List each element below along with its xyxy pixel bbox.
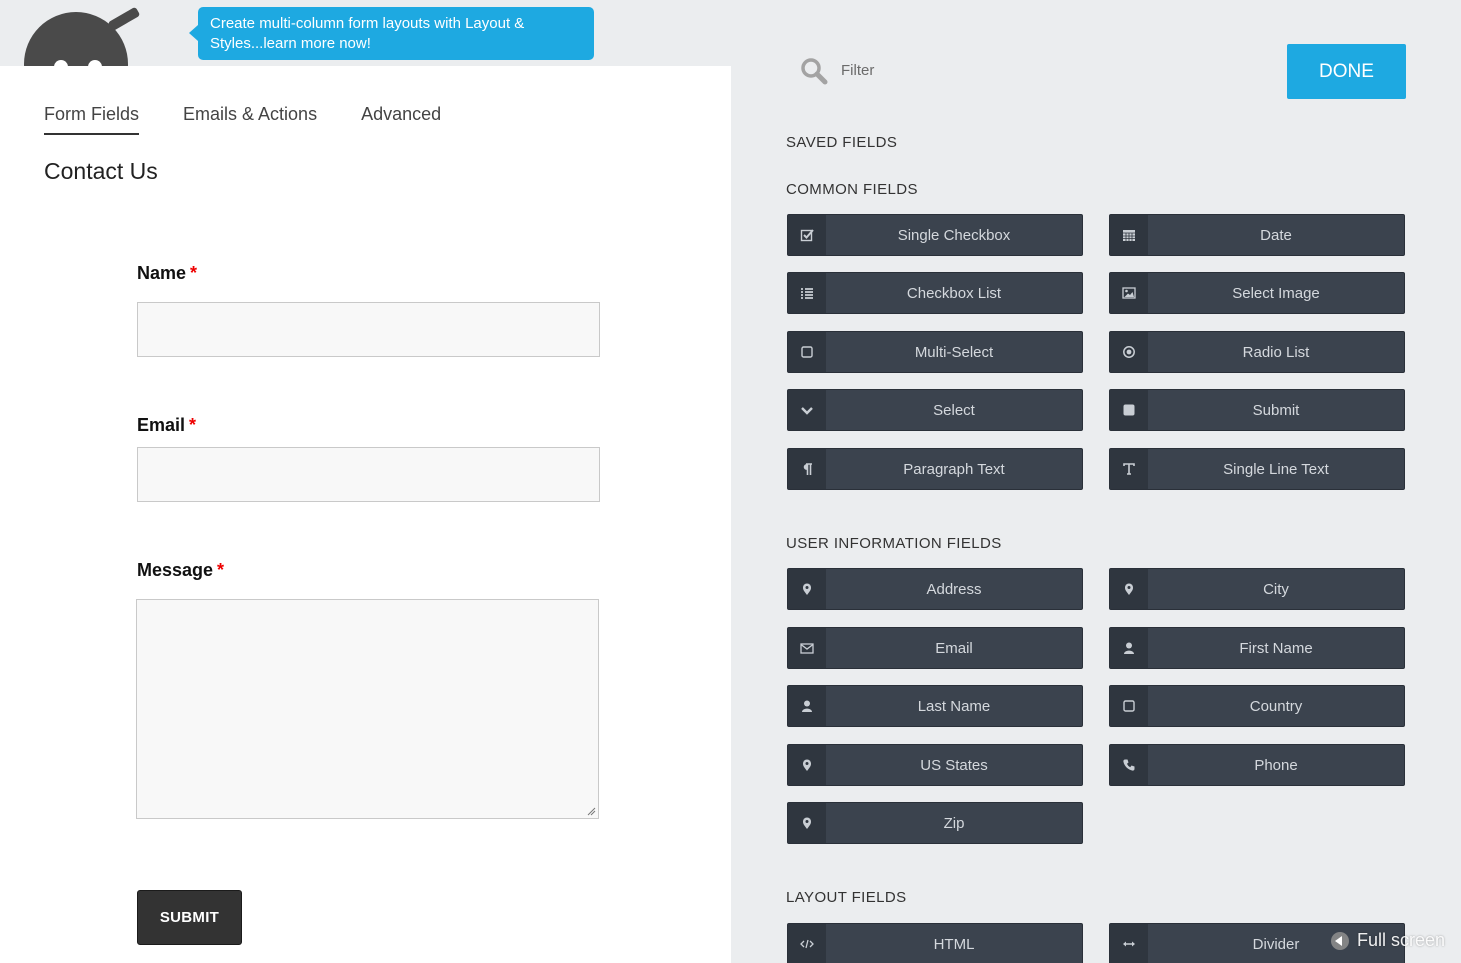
required-asterisk: *	[190, 263, 198, 283]
field-label: Phone	[1254, 756, 1298, 774]
field-label: Last Name	[917, 697, 991, 715]
field-zip[interactable]: Zip	[787, 802, 1083, 844]
name-label: Name *	[137, 263, 197, 284]
paragraph-icon	[788, 449, 826, 489]
required-asterisk: *	[217, 560, 225, 580]
field-label: US States	[920, 756, 988, 774]
field-city[interactable]: City	[1109, 568, 1405, 610]
message-label-text: Message	[137, 560, 214, 580]
arrows-h-icon	[1110, 924, 1148, 963]
resize-grip-icon[interactable]	[586, 806, 596, 816]
image-icon	[1110, 273, 1148, 313]
text-t-icon	[1110, 449, 1148, 489]
field-multi-select[interactable]: Multi-Select	[787, 331, 1083, 373]
field-single-checkbox[interactable]: Single Checkbox	[787, 214, 1083, 256]
field-label: City	[1263, 580, 1289, 598]
square-outline-icon	[788, 332, 826, 372]
message-field[interactable]	[136, 599, 599, 819]
map-marker-icon	[788, 745, 826, 785]
field-label: Paragraph Text	[903, 460, 1005, 478]
field-label: Address	[926, 580, 982, 598]
field-select-image[interactable]: Select Image	[1109, 272, 1405, 314]
submit-button[interactable]: SUBMIT	[137, 890, 242, 945]
field-label: Checkbox List	[906, 284, 1002, 302]
chevron-down-icon	[788, 390, 826, 430]
field-label: First Name	[1239, 639, 1313, 657]
form-title: Contact Us	[44, 158, 158, 184]
email-label-text: Email	[137, 415, 186, 435]
field-label: Select	[933, 401, 975, 419]
saved-fields-heading[interactable]: SAVED FIELDS	[786, 134, 897, 151]
name-label-text: Name	[137, 263, 187, 283]
fullscreen-button[interactable]: Full screen	[1331, 930, 1445, 951]
play-back-icon	[1331, 931, 1349, 950]
done-button[interactable]: DONE	[1287, 44, 1406, 99]
field-html[interactable]: HTML	[787, 923, 1083, 963]
email-field[interactable]	[137, 447, 600, 502]
filter-input[interactable]	[830, 56, 1070, 84]
field-us-states[interactable]: US States	[787, 744, 1083, 786]
field-label: Email	[935, 639, 973, 657]
field-phone[interactable]: Phone	[1109, 744, 1405, 786]
search-icon	[801, 58, 828, 85]
field-label: Submit	[1252, 401, 1300, 419]
field-date[interactable]: Date	[1109, 214, 1405, 256]
user-icon	[1110, 628, 1148, 668]
field-label: Single Checkbox	[897, 226, 1011, 244]
field-label: Radio List	[1242, 343, 1310, 361]
field-first-name[interactable]: First Name	[1109, 627, 1405, 669]
code-icon	[788, 924, 826, 963]
top-bar: Create multi-column form layouts with La…	[0, 0, 731, 66]
field-label: HTML	[933, 935, 975, 953]
user-icon	[788, 686, 826, 726]
field-label: Zip	[943, 814, 965, 832]
phone-icon	[1110, 745, 1148, 785]
form-builder-panel: Form Fields Emails & Actions Advanced Co…	[0, 66, 731, 963]
check-square-icon	[788, 215, 826, 255]
field-label: Single Line Text	[1223, 460, 1329, 478]
map-marker-icon	[788, 803, 826, 843]
name-field[interactable]	[137, 302, 600, 357]
email-label: Email *	[137, 415, 196, 436]
square-outline-icon	[1110, 686, 1148, 726]
calendar-icon	[1110, 215, 1148, 255]
list-icon	[788, 273, 826, 313]
promo-banner[interactable]: Create multi-column form layouts with La…	[189, 7, 594, 60]
ninja-logo	[20, 6, 150, 66]
field-label: Date	[1260, 226, 1292, 244]
field-address[interactable]: Address	[787, 568, 1083, 610]
user-info-fields-heading[interactable]: USER INFORMATION FIELDS	[786, 535, 1002, 552]
field-radio-list[interactable]: Radio List	[1109, 331, 1405, 373]
map-marker-icon	[1110, 569, 1148, 609]
required-asterisk: *	[189, 415, 197, 435]
common-fields-heading[interactable]: COMMON FIELDS	[786, 181, 918, 198]
field-select[interactable]: Select	[787, 389, 1083, 431]
layout-fields-heading[interactable]: LAYOUT FIELDS	[786, 889, 907, 906]
message-label: Message *	[137, 560, 224, 581]
field-checkbox-list[interactable]: Checkbox List	[787, 272, 1083, 314]
field-email[interactable]: Email	[787, 627, 1083, 669]
square-filled-icon	[1110, 390, 1148, 430]
field-single-line-text[interactable]: Single Line Text	[1109, 448, 1405, 490]
field-label: Country	[1249, 697, 1303, 715]
fullscreen-label: Full screen	[1357, 930, 1446, 950]
field-paragraph-text[interactable]: Paragraph Text	[787, 448, 1083, 490]
map-marker-icon	[788, 569, 826, 609]
radio-dot-icon	[1110, 332, 1148, 372]
tab-form-fields[interactable]: Form Fields	[44, 104, 140, 135]
tab-emails-actions[interactable]: Emails & Actions	[183, 104, 317, 135]
field-submit[interactable]: Submit	[1109, 389, 1405, 431]
field-country[interactable]: Country	[1109, 685, 1405, 727]
builder-tabs: Form Fields Emails & Actions Advanced	[44, 104, 485, 135]
field-label: Select Image	[1232, 284, 1320, 302]
field-label: Multi-Select	[914, 343, 994, 361]
envelope-icon	[788, 628, 826, 668]
tab-advanced[interactable]: Advanced	[361, 104, 441, 135]
field-last-name[interactable]: Last Name	[787, 685, 1083, 727]
